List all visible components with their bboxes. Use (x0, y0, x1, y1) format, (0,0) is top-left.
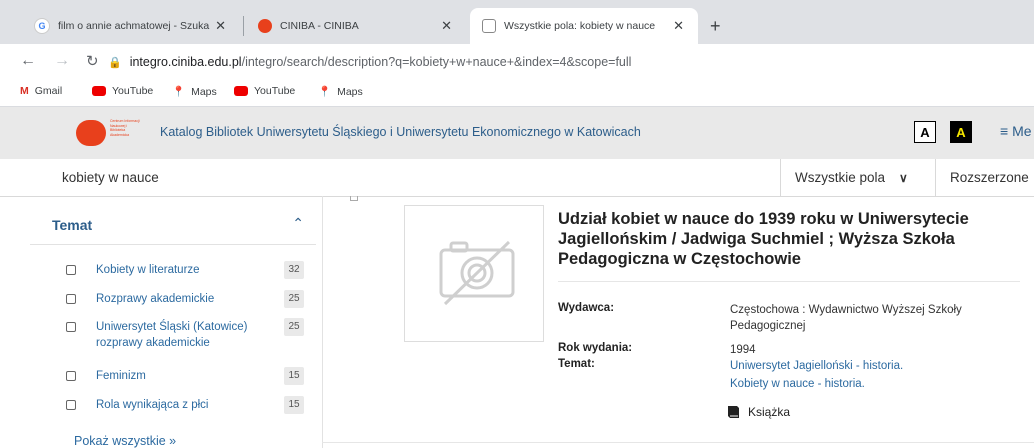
bookmark-label: YouTube (254, 85, 296, 97)
facet-checkbox[interactable] (66, 400, 76, 410)
close-tab-icon[interactable]: ✕ (215, 18, 226, 34)
contrast-high-button[interactable]: A (950, 121, 972, 143)
facet-item-label[interactable]: Rozprawy akademickie (96, 291, 214, 307)
publisher-value: Częstochowa : Wydawnictwo Wyższej Szkoły… (730, 302, 962, 334)
record-title[interactable]: Udział kobiet w nauce do 1939 roku w Uni… (558, 209, 1024, 269)
bookmark-youtube[interactable]: YouTube (92, 85, 153, 97)
record-title-line: Pedagogiczna w Częstochowie (558, 250, 801, 268)
camera-off-icon (439, 240, 515, 306)
subject-link[interactable]: Uniwersytet Jagielloński - historia. (730, 358, 903, 374)
year-label: Rok wydania: (558, 342, 633, 354)
ciniba-icon (258, 19, 272, 33)
tab-title: CINIBA - CINIBA (280, 20, 359, 32)
publisher-label: Wydawca: (558, 302, 615, 314)
record-divider (322, 442, 1034, 443)
google-icon: G (34, 18, 50, 34)
publisher-line: Częstochowa : Wydawnictwo Wyższej Szkoły (730, 304, 962, 316)
record-title-line: Jagiellońskim / Jadwiga Suchmiel ; Wyższ… (558, 230, 955, 248)
maps-icon: 📍 (172, 86, 186, 98)
record-title-line: Udział kobiet w nauce do 1939 roku w Uni… (558, 210, 969, 228)
bookmarks-bar: M Gmail YouTube 📍 Maps YouTube 📍 Maps (0, 80, 1034, 107)
facet-item-label[interactable]: Feminizm (96, 368, 146, 384)
bookmark-youtube[interactable]: YouTube (234, 85, 295, 97)
library-icon (482, 19, 496, 33)
search-bar: kobiety w nauce Wszystkie pola ∨ Rozszer… (0, 159, 1034, 197)
facet-count-badge: 25 (284, 290, 304, 308)
search-input[interactable]: kobiety w nauce (62, 170, 159, 185)
chevron-up-icon[interactable]: ⌃ (292, 215, 304, 232)
maps-icon: 📍 (318, 86, 332, 98)
subject-label: Temat: (558, 358, 595, 370)
facet-count-badge: 25 (284, 318, 304, 336)
logo-text: Centrum Informacji Naukowej i Biblioteka… (110, 119, 140, 137)
forward-arrow-icon[interactable]: → (54, 52, 70, 70)
youtube-icon (234, 86, 248, 96)
facet-count-badge: 15 (284, 367, 304, 385)
url-host: integro.ciniba.edu.pl (129, 55, 242, 69)
hamburger-icon: ≡ (1000, 123, 1009, 139)
tab-search-results[interactable]: Wszystkie pola: kobiety w nauce ✕ (470, 8, 698, 44)
year-value: 1994 (730, 344, 756, 356)
facet-count-badge: 15 (284, 396, 304, 414)
facet-checkbox[interactable] (66, 322, 76, 332)
facet-item-label[interactable]: Rola wynikająca z płci (96, 397, 209, 413)
facet-count-badge: 32 (284, 261, 304, 279)
tab-title: film o annie achmatowej - Szuka (58, 20, 210, 32)
site-header: Centrum Informacji Naukowej i Biblioteka… (0, 107, 1034, 159)
chevron-down-icon: ∨ (899, 170, 908, 185)
menu-button[interactable]: ≡ Me (1000, 123, 1032, 139)
tab-separator (243, 16, 244, 36)
bookmark-maps[interactable]: 📍 Maps (318, 85, 363, 99)
facet-item-label[interactable]: Uniwersytet Śląski (Katowice) (96, 319, 247, 335)
subject-link[interactable]: Kobiety w nauce - historia. (730, 376, 865, 392)
search-scope-value: Wszystkie pola (795, 170, 886, 185)
tab-title: Wszystkie pola: kobiety w nauce (504, 20, 656, 32)
contrast-normal-button[interactable]: A (914, 121, 936, 143)
facet-title: Temat (52, 217, 93, 233)
address-bar[interactable]: 🔒 integro.ciniba.edu.pl/integro/search/d… (108, 49, 1028, 75)
facet-checkbox[interactable] (66, 265, 76, 275)
bookmark-maps[interactable]: 📍 Maps (172, 85, 217, 99)
bookmark-label: Maps (191, 85, 217, 98)
book-icon (728, 406, 739, 418)
tab-google-search[interactable]: G film o annie achmatowej - Szuka ✕ (22, 8, 240, 44)
record-checkbox[interactable] (350, 196, 358, 201)
facet-checkbox[interactable] (66, 294, 76, 304)
bookmark-label: Maps (337, 85, 363, 98)
tab-ciniba[interactable]: CINIBA - CINIBA ✕ (246, 8, 466, 44)
bookmark-label: YouTube (112, 85, 154, 97)
title-divider (558, 281, 1020, 282)
gmail-icon: M (20, 85, 29, 97)
catalog-title[interactable]: Katalog Bibliotek Uniwersytetu Śląskiego… (160, 125, 641, 139)
youtube-icon (92, 86, 106, 96)
advanced-search-link[interactable]: Rozszerzone (950, 170, 1029, 185)
material-type: Książka (726, 405, 790, 419)
search-scope-select[interactable]: Wszystkie pola ∨ (780, 159, 936, 196)
sidebar-divider (322, 196, 323, 448)
back-arrow-icon[interactable]: ← (20, 52, 36, 70)
close-tab-icon[interactable]: ✕ (441, 18, 452, 34)
cover-placeholder[interactable] (404, 205, 544, 342)
reload-icon[interactable]: ↻ (86, 52, 99, 70)
facet-item-label-continued[interactable]: rozprawy akademickie (96, 335, 296, 351)
material-type-label: Książka (748, 405, 791, 419)
browser-tab-strip: G film o annie achmatowej - Szuka ✕ CINI… (0, 0, 1034, 44)
show-all-link[interactable]: Pokaż wszystkie » (74, 434, 176, 448)
ciniba-logo[interactable] (76, 120, 106, 146)
facet-item-label[interactable]: Kobiety w literaturze (96, 262, 200, 278)
bookmark-gmail[interactable]: M Gmail (20, 85, 62, 97)
url-path: /integro/search/description?q=kobiety+w+… (241, 55, 632, 69)
facet-checkbox[interactable] (66, 371, 76, 381)
bookmark-label: Gmail (34, 85, 63, 97)
facet-header-temat[interactable]: Temat ⌃ (30, 204, 316, 245)
lock-icon: 🔒 (108, 56, 122, 69)
close-tab-icon[interactable]: ✕ (673, 18, 684, 34)
new-tab-button[interactable]: + (710, 16, 721, 37)
publisher-line: Pedagogicznej (730, 320, 806, 332)
menu-label: Me (1012, 123, 1032, 139)
